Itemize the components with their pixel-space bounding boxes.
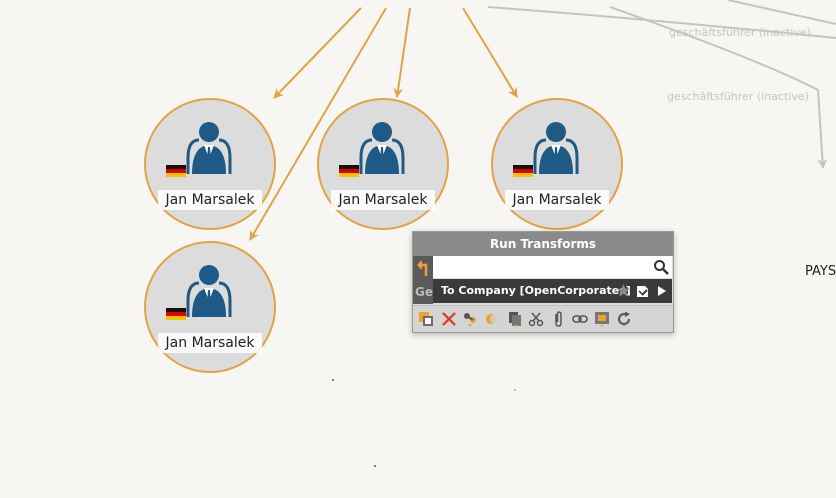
person-icon — [359, 122, 405, 174]
chain-icon[interactable] — [572, 311, 588, 327]
node-label: Jan Marsalek — [505, 190, 609, 210]
entity-node-person[interactable]: Jan Marsalek — [144, 98, 276, 230]
transform-name: To Company [OpenCorporates] — [441, 284, 631, 297]
edge[interactable] — [393, 7, 411, 98]
person-icon — [533, 122, 579, 174]
node-label: Jan Marsalek — [158, 333, 262, 353]
group-tab[interactable]: Ge — [415, 283, 433, 301]
germany-flag-icon — [166, 308, 186, 320]
entity-node-person[interactable]: Jan Marsalek — [491, 98, 623, 230]
background-speck — [514, 389, 516, 391]
refresh-icon[interactable] — [616, 311, 632, 327]
run-arrow-icon[interactable] — [657, 285, 667, 297]
edge[interactable] — [462, 7, 518, 98]
node-label: Jan Marsalek — [331, 190, 435, 210]
delete-icon[interactable] — [441, 311, 457, 327]
edge-inactive[interactable] — [727, 0, 836, 25]
run-transforms-popup[interactable]: Run Transforms Ge To Company [OpenCorpor… — [412, 231, 674, 333]
frame-icon[interactable] — [594, 311, 610, 327]
back-arrow-icon[interactable] — [416, 259, 430, 277]
entity-node-person[interactable]: Jan Marsalek — [144, 241, 276, 373]
edge[interactable] — [273, 7, 362, 99]
entity-node-person[interactable]: Jan Marsalek — [317, 98, 449, 230]
person-icon — [186, 122, 232, 174]
link-icon[interactable] — [462, 311, 478, 327]
attach-icon[interactable] — [550, 311, 566, 327]
germany-flag-icon — [166, 165, 186, 177]
popup-title: Run Transforms — [413, 232, 673, 256]
partial-node-label: PAYS — [805, 264, 836, 279]
star-icon[interactable] — [616, 283, 631, 298]
copy-icon[interactable] — [507, 311, 523, 327]
germany-flag-icon — [513, 165, 533, 177]
transform-item[interactable]: To Company [OpenCorporates] — [433, 279, 672, 303]
settings-wrench-icon[interactable] — [636, 283, 651, 298]
transform-search-input[interactable] — [435, 258, 649, 278]
germany-flag-icon — [339, 165, 359, 177]
popup-toolbar — [413, 305, 673, 332]
popup-left-rail: Ge — [413, 256, 433, 304]
background-speck — [332, 379, 334, 381]
edge-label: geschäftsführer (inactive) — [667, 90, 809, 103]
merge-icon[interactable] — [485, 311, 501, 327]
transform-search-bar — [433, 256, 672, 278]
person-icon — [186, 265, 232, 317]
cut-icon[interactable] — [528, 311, 544, 327]
select-icon[interactable] — [418, 311, 434, 327]
edge-label: geschäftsführer (inactive) — [669, 26, 811, 39]
node-label: Jan Marsalek — [158, 190, 262, 210]
background-speck — [374, 465, 376, 467]
search-icon[interactable] — [653, 259, 669, 275]
